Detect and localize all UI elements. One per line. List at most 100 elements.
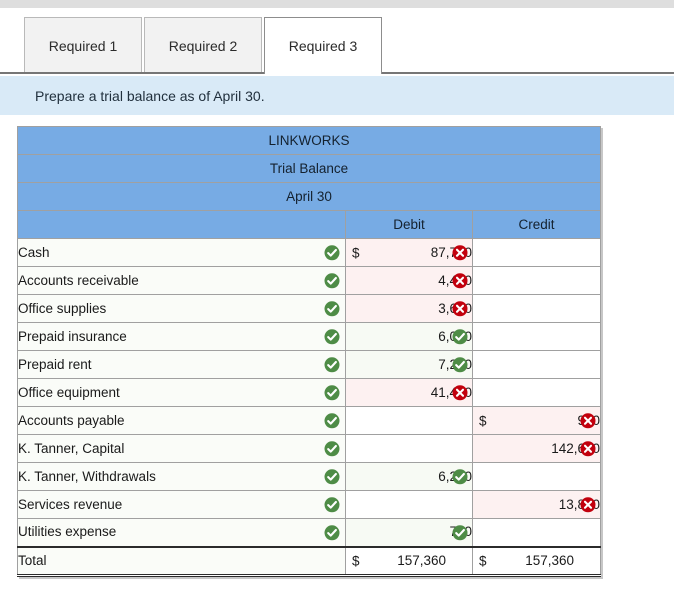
credit-cell[interactable] bbox=[471, 294, 602, 323]
account-name-label: K. Tanner, Withdrawals bbox=[18, 468, 156, 484]
instruction-banner: Prepare a trial balance as of April 30. bbox=[0, 76, 674, 115]
debit-cell[interactable]: 6,000 bbox=[345, 322, 473, 351]
credit-cell[interactable]: 142,600 bbox=[471, 434, 602, 463]
check-circle-icon bbox=[452, 524, 468, 540]
cross-circle-icon bbox=[452, 301, 468, 317]
account-name-cell[interactable]: Prepaid rent bbox=[17, 350, 346, 379]
check-circle-icon bbox=[324, 497, 340, 513]
account-name-label: Office equipment bbox=[18, 384, 120, 400]
check-circle-icon bbox=[452, 329, 468, 345]
company-name: LINKWORKS bbox=[16, 126, 602, 155]
statement-name: Trial Balance bbox=[16, 154, 602, 183]
debit-cell[interactable]: 700 bbox=[345, 518, 473, 547]
cross-circle-icon bbox=[580, 497, 596, 513]
tab-required-3[interactable]: Required 3 bbox=[264, 17, 382, 76]
credit-cell[interactable] bbox=[471, 518, 602, 547]
table-total-row: Total $157,360 $157,360 bbox=[17, 545, 602, 577]
debit-cell[interactable]: 3,680 bbox=[345, 294, 473, 323]
credit-cell[interactable]: 13,840 bbox=[471, 490, 602, 519]
check-circle-icon bbox=[324, 301, 340, 317]
credit-cell[interactable] bbox=[471, 378, 602, 407]
table-title-row-date: April 30 bbox=[16, 182, 602, 211]
cross-circle-icon bbox=[452, 245, 468, 261]
debit-cell[interactable] bbox=[345, 490, 473, 519]
check-circle-icon bbox=[324, 329, 340, 345]
credit-cell[interactable]: $920 bbox=[471, 406, 602, 435]
check-circle-icon bbox=[324, 385, 340, 401]
account-name-label: Services revenue bbox=[18, 496, 123, 512]
debit-cell[interactable] bbox=[345, 434, 473, 463]
table-title-row-statement: Trial Balance bbox=[16, 154, 602, 183]
account-name-cell[interactable]: K. Tanner, Capital bbox=[17, 434, 346, 463]
currency-symbol: $ bbox=[479, 413, 487, 428]
account-name-cell[interactable]: Office supplies bbox=[17, 294, 346, 323]
total-label: Total bbox=[18, 552, 47, 568]
account-name-label: Prepaid insurance bbox=[18, 328, 127, 344]
tab-required-2[interactable]: Required 2 bbox=[144, 17, 262, 74]
total-debit-cell: $157,360 bbox=[345, 545, 473, 577]
currency-symbol: $ bbox=[479, 553, 487, 568]
table-row: Services revenue 13,840 bbox=[17, 490, 602, 519]
debit-cell[interactable] bbox=[345, 406, 473, 435]
debit-cell[interactable]: 7,200 bbox=[345, 350, 473, 379]
table-row: Prepaid insurance 6,000 bbox=[17, 322, 602, 351]
check-circle-icon bbox=[324, 524, 340, 540]
check-circle-icon bbox=[324, 357, 340, 373]
check-circle-icon bbox=[452, 469, 468, 485]
credit-cell[interactable] bbox=[471, 238, 602, 267]
debit-cell[interactable]: 6,200 bbox=[345, 462, 473, 491]
column-header-credit: Credit bbox=[471, 210, 602, 239]
table-row: Utilities expense 700 bbox=[17, 518, 602, 547]
tab-required-1[interactable]: Required 1 bbox=[24, 17, 142, 74]
account-name-label: Accounts payable bbox=[18, 412, 125, 428]
cross-circle-icon bbox=[580, 441, 596, 457]
account-name-cell[interactable]: Accounts receivable bbox=[17, 266, 346, 295]
account-name-cell[interactable]: Accounts payable bbox=[17, 406, 346, 435]
credit-cell[interactable] bbox=[471, 350, 602, 379]
instruction-text: Prepare a trial balance as of April 30. bbox=[35, 87, 265, 104]
debit-cell[interactable]: $87,700 bbox=[345, 238, 473, 267]
currency-symbol: $ bbox=[352, 245, 360, 260]
table-row: K. Tanner, Capital 142,600 bbox=[17, 434, 602, 463]
account-name-cell[interactable]: Prepaid insurance bbox=[17, 322, 346, 351]
table-row: Accounts payable $920 bbox=[17, 406, 602, 435]
account-name-label: Office supplies bbox=[18, 300, 107, 316]
table-row: Office supplies 3,680 bbox=[17, 294, 602, 323]
account-name-cell[interactable]: Office equipment bbox=[17, 378, 346, 407]
column-header-account bbox=[17, 210, 346, 239]
credit-cell[interactable] bbox=[471, 322, 602, 351]
account-name-label: Prepaid rent bbox=[18, 356, 92, 372]
debit-cell[interactable]: 4,480 bbox=[345, 266, 473, 295]
window-top-strip bbox=[0, 0, 674, 8]
check-circle-icon bbox=[324, 245, 340, 261]
table-title-row-company: LINKWORKS bbox=[16, 126, 602, 155]
cross-circle-icon bbox=[452, 385, 468, 401]
check-circle-icon bbox=[324, 441, 340, 457]
table-row: K. Tanner, Withdrawals 6,200 bbox=[17, 462, 602, 491]
tab-list: Required 1 Required 2 Required 3 bbox=[24, 17, 384, 76]
account-name-cell[interactable]: K. Tanner, Withdrawals bbox=[17, 462, 346, 491]
column-header-debit: Debit bbox=[345, 210, 473, 239]
trial-balance-container: LINKWORKS Trial Balance April 30 Debit C… bbox=[16, 126, 602, 577]
table-column-header-row: Debit Credit bbox=[17, 210, 602, 239]
account-name-label: Utilities expense bbox=[18, 524, 117, 540]
table-header: LINKWORKS Trial Balance April 30 Debit C… bbox=[16, 126, 602, 239]
account-name-cell[interactable]: Cash bbox=[17, 238, 346, 267]
account-name-cell[interactable]: Utilities expense bbox=[17, 518, 346, 547]
table-body: Cash$87,700Accounts receivable4,480Offic… bbox=[17, 238, 602, 577]
check-circle-icon bbox=[324, 273, 340, 289]
currency-symbol: $ bbox=[352, 553, 360, 568]
statement-date: April 30 bbox=[16, 182, 602, 211]
table-row: Prepaid rent 7,200 bbox=[17, 350, 602, 379]
check-circle-icon bbox=[324, 469, 340, 485]
tab-label: Required 2 bbox=[168, 38, 238, 54]
debit-cell[interactable]: 41,400 bbox=[345, 378, 473, 407]
check-circle-icon bbox=[324, 413, 340, 429]
account-name-cell[interactable]: Services revenue bbox=[17, 490, 346, 519]
total-credit-cell-value: 157,360 bbox=[525, 552, 575, 568]
credit-cell[interactable] bbox=[471, 462, 602, 491]
account-name-label: Cash bbox=[18, 244, 50, 260]
table-row: Cash $87,700 bbox=[17, 238, 602, 267]
account-name-label: K. Tanner, Capital bbox=[18, 440, 125, 456]
credit-cell[interactable] bbox=[471, 266, 602, 295]
